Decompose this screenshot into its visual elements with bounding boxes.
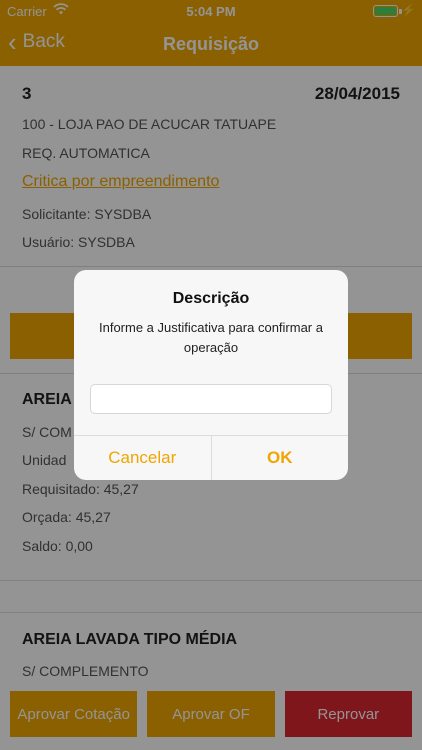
justification-input[interactable] — [90, 384, 332, 414]
dialog-actions: Cancelar OK — [74, 435, 348, 480]
dialog-message: Informe a Justificativa para confirmar a… — [99, 320, 323, 355]
dialog-title: Descrição — [172, 290, 250, 307]
cancel-button[interactable]: Cancelar — [74, 436, 211, 480]
justification-dialog: Descrição Informe a Justificativa para c… — [74, 270, 348, 480]
ok-button[interactable]: OK — [210, 436, 349, 480]
